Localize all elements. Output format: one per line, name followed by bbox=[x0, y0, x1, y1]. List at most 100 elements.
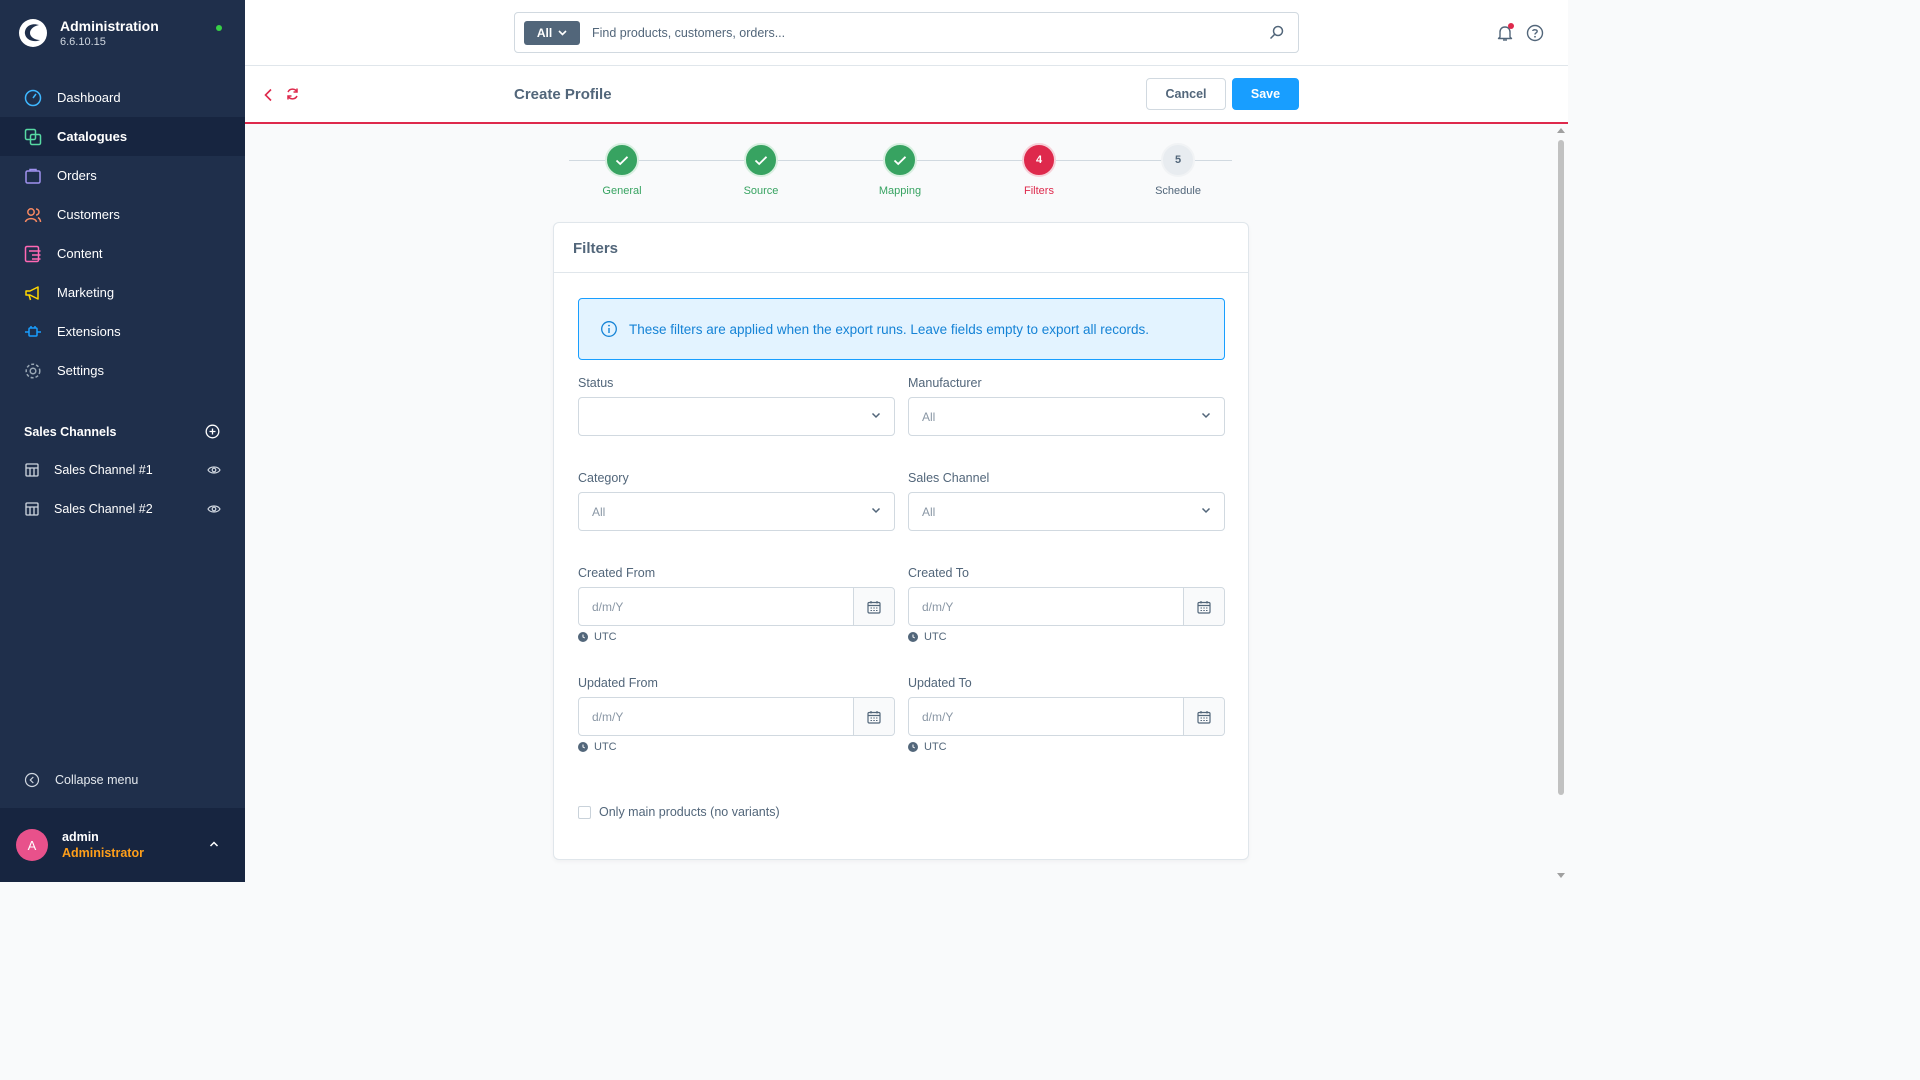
sidebar: Administration 6.6.10.15 Dashboard Catal… bbox=[0, 0, 245, 882]
date-input[interactable]: d/m/Y bbox=[909, 698, 1183, 735]
checkmark-icon bbox=[893, 155, 907, 165]
eye-icon[interactable] bbox=[207, 465, 221, 475]
nav-item-extensions[interactable]: Extensions bbox=[0, 312, 245, 351]
eye-icon[interactable] bbox=[207, 504, 221, 514]
nav-label: Customers bbox=[57, 207, 120, 222]
updated-to-datepicker[interactable]: d/m/Y bbox=[908, 697, 1225, 736]
chevron-down-icon bbox=[558, 29, 567, 36]
sales-channels-header: Sales Channels bbox=[24, 424, 220, 439]
calendar-button[interactable] bbox=[853, 588, 894, 625]
nav-label: Dashboard bbox=[57, 90, 121, 105]
select-value: All bbox=[922, 409, 936, 424]
main-nav: Dashboard Catalogues Orders Customers Co… bbox=[0, 78, 245, 390]
extensions-icon bbox=[24, 323, 42, 341]
user-name: admin bbox=[62, 830, 99, 844]
nav-item-content[interactable]: Content bbox=[0, 234, 245, 273]
nav-item-marketing[interactable]: Marketing bbox=[0, 273, 245, 312]
search-type-select[interactable]: All bbox=[524, 20, 580, 45]
content-icon bbox=[24, 245, 42, 263]
add-sales-channel-icon[interactable] bbox=[205, 424, 220, 439]
nav-label: Extensions bbox=[57, 324, 121, 339]
sales-channels-heading: Sales Channels bbox=[24, 424, 117, 439]
step-number: 5 bbox=[1161, 143, 1195, 177]
calendar-icon bbox=[1197, 710, 1211, 724]
created-from-datepicker[interactable]: d/m/Y bbox=[578, 587, 895, 626]
category-select[interactable]: All bbox=[578, 492, 895, 531]
chevron-down-icon bbox=[871, 412, 881, 419]
scroll-up-arrow-icon[interactable] bbox=[1557, 128, 1565, 133]
nav-label: Marketing bbox=[57, 285, 115, 300]
updated-from-datepicker[interactable]: d/m/Y bbox=[578, 697, 895, 736]
main-products-checkbox[interactable] bbox=[578, 805, 591, 819]
info-alert-text: These filters are applied when the expor… bbox=[629, 321, 1150, 337]
help-icon[interactable] bbox=[1526, 24, 1544, 42]
date-input[interactable]: d/m/Y bbox=[579, 698, 853, 735]
step-schedule[interactable]: 5 Schedule bbox=[1128, 143, 1228, 197]
nav-item-dashboard[interactable]: Dashboard bbox=[0, 78, 245, 117]
collapse-menu-button[interactable]: Collapse menu bbox=[24, 772, 138, 788]
step-general[interactable]: General bbox=[572, 143, 672, 197]
chevron-up-icon[interactable] bbox=[209, 840, 219, 848]
date-input[interactable]: d/m/Y bbox=[909, 588, 1183, 625]
sales-channel-item[interactable]: Sales Channel #2 bbox=[0, 489, 245, 528]
status-field: Status bbox=[578, 376, 895, 436]
calendar-icon bbox=[867, 600, 881, 614]
nav-label: Settings bbox=[57, 363, 104, 378]
nav-item-settings[interactable]: Settings bbox=[0, 351, 245, 390]
checkbox-label: Only main products (no variants) bbox=[599, 805, 780, 819]
manufacturer-select[interactable]: All bbox=[908, 397, 1225, 436]
updated-to-field: Updated To d/m/Y UTC bbox=[908, 676, 1225, 753]
search-type-label: All bbox=[536, 25, 553, 40]
nav-item-customers[interactable]: Customers bbox=[0, 195, 245, 234]
nav-item-orders[interactable]: Orders bbox=[0, 156, 245, 195]
step-filters[interactable]: 4 Filters bbox=[989, 143, 1089, 197]
calendar-button[interactable] bbox=[853, 698, 894, 735]
search-input[interactable] bbox=[592, 25, 1252, 40]
nav-label: Catalogues bbox=[57, 129, 128, 144]
category-field: Category All bbox=[578, 471, 895, 531]
date-input[interactable]: d/m/Y bbox=[579, 588, 853, 625]
catalogue-icon bbox=[24, 128, 42, 146]
step-mapping[interactable]: Mapping bbox=[850, 143, 950, 197]
sales-channel-list: Sales Channel #1 Sales Channel #2 bbox=[0, 450, 245, 528]
orders-icon bbox=[24, 167, 42, 185]
checkmark-icon bbox=[754, 155, 768, 165]
sales-channel-item[interactable]: Sales Channel #1 bbox=[0, 450, 245, 489]
filters-card: Filters These filters are applied when t… bbox=[553, 222, 1249, 860]
sales-channel-label: Sales Channel #2 bbox=[54, 501, 153, 516]
chevron-down-icon bbox=[1201, 412, 1211, 419]
user-menu[interactable]: A admin Administrator bbox=[0, 808, 245, 882]
step-label: Filters bbox=[1024, 185, 1054, 197]
scroll-down-arrow-icon[interactable] bbox=[1557, 873, 1565, 878]
created-to-datepicker[interactable]: d/m/Y bbox=[908, 587, 1225, 626]
sales-channel-select[interactable]: All bbox=[908, 492, 1225, 531]
storefront-icon bbox=[25, 501, 39, 516]
online-status-dot bbox=[216, 25, 222, 31]
calendar-button[interactable] bbox=[1183, 698, 1224, 735]
scrollbar-thumb[interactable] bbox=[1558, 140, 1564, 795]
dashboard-icon bbox=[24, 89, 42, 107]
marketing-icon bbox=[24, 284, 42, 302]
cancel-button[interactable]: Cancel bbox=[1146, 78, 1226, 110]
back-arrow-icon[interactable] bbox=[263, 88, 273, 102]
brand[interactable]: Administration 6.6.10.15 bbox=[18, 18, 159, 48]
notifications-button[interactable] bbox=[1496, 23, 1514, 45]
nav-item-catalogues[interactable]: Catalogues bbox=[0, 117, 245, 156]
select-value: All bbox=[592, 504, 606, 519]
step-label: Schedule bbox=[1155, 185, 1201, 197]
field-label: Created To bbox=[908, 566, 969, 580]
timezone-hint: UTC bbox=[578, 631, 895, 643]
field-label: Created From bbox=[578, 566, 656, 580]
save-button[interactable]: Save bbox=[1232, 78, 1299, 110]
main-products-checkbox-row[interactable]: Only main products (no variants) bbox=[578, 805, 780, 819]
wizard-stepper: General Source Mapping 4 Filters 5 Sched… bbox=[569, 143, 1232, 203]
refresh-icon[interactable] bbox=[286, 87, 299, 101]
timezone-label: UTC bbox=[924, 631, 947, 643]
checkmark-icon bbox=[615, 155, 629, 165]
calendar-button[interactable] bbox=[1183, 588, 1224, 625]
top-bar: All bbox=[245, 0, 1568, 66]
scrollbar[interactable] bbox=[1554, 126, 1568, 882]
status-select[interactable] bbox=[578, 397, 895, 436]
search-icon[interactable] bbox=[1269, 25, 1284, 40]
step-source[interactable]: Source bbox=[711, 143, 811, 197]
